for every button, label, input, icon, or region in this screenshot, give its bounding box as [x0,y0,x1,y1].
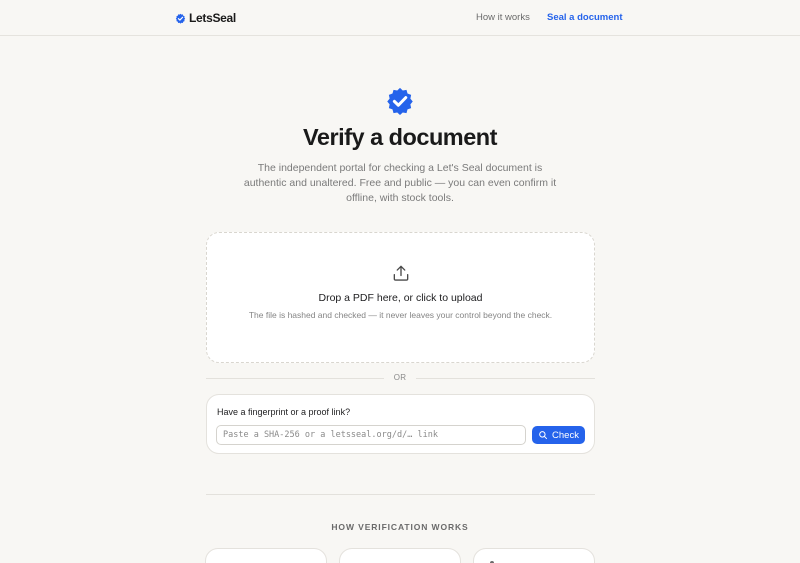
how-step-card-3 [473,548,595,563]
check-button-label: Check [552,429,579,441]
pdf-dropzone[interactable]: Drop a PDF here, or click to upload The … [206,232,595,363]
upload-icon [393,265,409,281]
brand-logo-link[interactable]: LetsSeal [175,10,236,26]
or-divider-line-right [416,378,595,379]
dropzone-title: Drop a PDF here, or click to upload [318,292,483,304]
fingerprint-label: Have a fingerprint or a proof link? [217,407,351,417]
brand-name: LetsSeal [189,11,236,25]
nav-seal-document-link[interactable]: Seal a document [547,12,623,23]
page-subtitle: The independent portal for checking a Le… [243,162,557,204]
top-navigation-bar: LetsSeal How it works Seal a document [0,0,800,36]
check-button[interactable]: Check [532,426,585,444]
verified-badge-icon [387,87,413,115]
or-divider-label: OR [393,373,407,382]
search-icon [539,431,548,440]
how-step-card-2 [339,548,461,563]
nav-how-it-works-link[interactable]: How it works [476,12,530,23]
section-divider [206,494,595,495]
dropzone-note: The file is hashed and checked — it neve… [248,310,553,320]
fingerprint-card: Have a fingerprint or a proof link? Chec… [206,394,595,454]
fingerprint-input[interactable] [216,425,526,445]
or-divider-line-left [206,378,384,379]
page-title: Verify a document [303,124,497,150]
verified-badge-icon [175,13,186,24]
how-verification-works-heading: HOW VERIFICATION WORKS [331,522,469,532]
how-step-card-1 [205,548,327,563]
